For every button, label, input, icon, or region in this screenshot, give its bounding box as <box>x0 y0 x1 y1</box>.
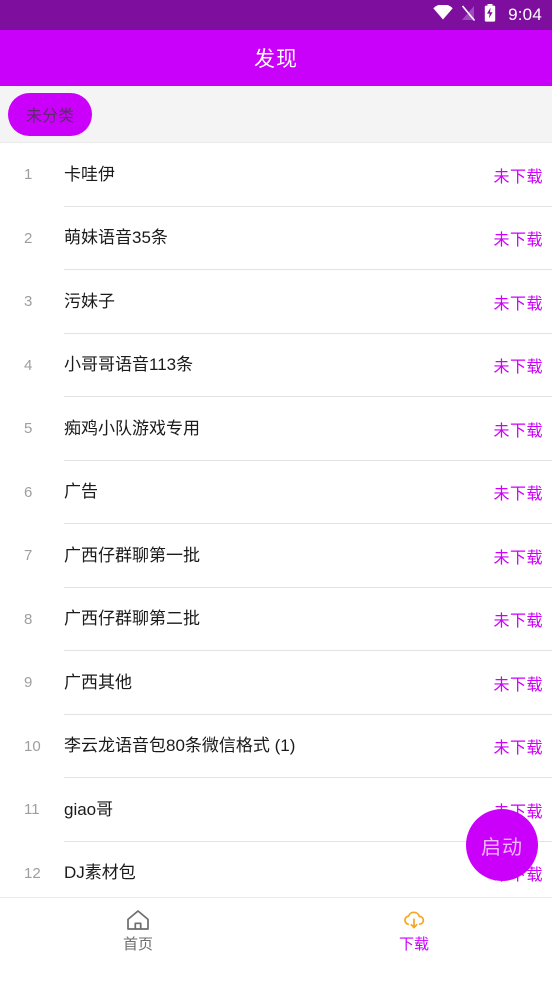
fab-label: 启动 <box>481 836 523 859</box>
row-title: 李云龙语音包80条微信格式 (1) <box>64 736 296 756</box>
nav-item-download[interactable]: 下载 <box>276 907 552 952</box>
table-row[interactable]: 9 广西其他 未下载 <box>0 651 552 715</box>
row-title: 萌妹语音35条 <box>64 228 168 248</box>
nav-item-home[interactable]: 首页 <box>0 907 276 952</box>
chip-label: 未分类 <box>26 108 75 125</box>
wifi-icon <box>433 4 453 25</box>
status-bar-clock: 9:04 <box>508 5 542 24</box>
row-index: 12 <box>24 864 41 882</box>
app-screen: 9:04 发现 未分类 1 卡哇伊 未下载 2 萌妹语音35条 未下载 3 污妹… <box>0 0 552 981</box>
row-index: 7 <box>24 547 33 565</box>
row-title: 污妹子 <box>64 291 115 311</box>
table-row[interactable]: 3 污妹子 未下载 <box>0 270 552 334</box>
row-status-badge[interactable]: 未下载 <box>493 290 552 314</box>
row-status-badge[interactable]: 未下载 <box>493 226 552 250</box>
battery-charging-icon <box>484 3 496 27</box>
table-row[interactable]: 6 广告 未下载 <box>0 460 552 524</box>
row-status-badge[interactable]: 未下载 <box>493 734 552 758</box>
row-status-badge[interactable]: 未下载 <box>493 353 552 377</box>
row-index: 4 <box>24 356 33 374</box>
cloud-download-icon <box>401 907 427 933</box>
row-index: 5 <box>24 420 33 438</box>
nav-label-home: 首页 <box>122 936 153 953</box>
status-bar: 9:04 <box>0 0 552 30</box>
table-row[interactable]: 8 广西仔群聊第二批 未下载 <box>0 587 552 651</box>
table-row[interactable]: 2 萌妹语音35条 未下载 <box>0 206 552 270</box>
table-row[interactable]: 7 广西仔群聊第一批 未下载 <box>0 524 552 588</box>
row-index: 2 <box>24 229 33 247</box>
row-title: 痴鸡小队游戏专用 <box>64 418 200 438</box>
chip-uncategorized[interactable]: 未分类 <box>8 92 93 136</box>
row-title: 小哥哥语音113条 <box>64 355 194 375</box>
category-chip-bar: 未分类 <box>0 86 552 143</box>
row-status-badge[interactable]: 未下载 <box>493 163 552 187</box>
row-status-badge[interactable]: 未下载 <box>493 607 552 631</box>
row-title: giao哥 <box>64 799 114 819</box>
row-title: 广西仔群聊第二批 <box>64 609 200 629</box>
row-status-badge[interactable]: 未下载 <box>493 544 552 568</box>
row-title: 广西仔群聊第一批 <box>64 545 200 565</box>
signal-off-icon <box>461 4 476 26</box>
row-index: 10 <box>24 737 41 755</box>
row-status-badge[interactable]: 未下载 <box>493 417 552 441</box>
nav-label-download: 下载 <box>398 936 429 953</box>
row-index: 6 <box>24 483 33 501</box>
row-index: 8 <box>24 610 33 628</box>
page-title: 发现 <box>254 48 298 71</box>
status-bar-icons: 9:04 <box>433 3 542 27</box>
row-index: 11 <box>24 801 40 819</box>
row-status-badge[interactable]: 未下载 <box>493 480 552 504</box>
row-index: 1 <box>24 166 33 184</box>
table-row[interactable]: 5 痴鸡小队游戏专用 未下载 <box>0 397 552 461</box>
table-row[interactable]: 4 小哥哥语音113条 未下载 <box>0 333 552 397</box>
table-row[interactable]: 1 卡哇伊 未下载 <box>0 143 552 207</box>
row-index: 3 <box>24 293 33 311</box>
row-title: 广西其他 <box>64 672 132 692</box>
bottom-navigation-bar: 首页 下载 <box>0 897 552 981</box>
row-title: DJ素材包 <box>64 863 136 883</box>
home-icon <box>125 907 151 933</box>
start-fab-button[interactable]: 启动 <box>466 809 538 881</box>
row-index: 9 <box>24 674 33 692</box>
app-bar: 发现 <box>0 30 552 86</box>
row-status-badge[interactable]: 未下载 <box>493 671 552 695</box>
table-row[interactable]: 10 李云龙语音包80条微信格式 (1) 未下载 <box>0 714 552 778</box>
voice-pack-list[interactable]: 1 卡哇伊 未下载 2 萌妹语音35条 未下载 3 污妹子 未下载 4 小哥哥语… <box>0 143 552 897</box>
row-title: 卡哇伊 <box>64 164 115 184</box>
row-title: 广告 <box>64 482 98 502</box>
